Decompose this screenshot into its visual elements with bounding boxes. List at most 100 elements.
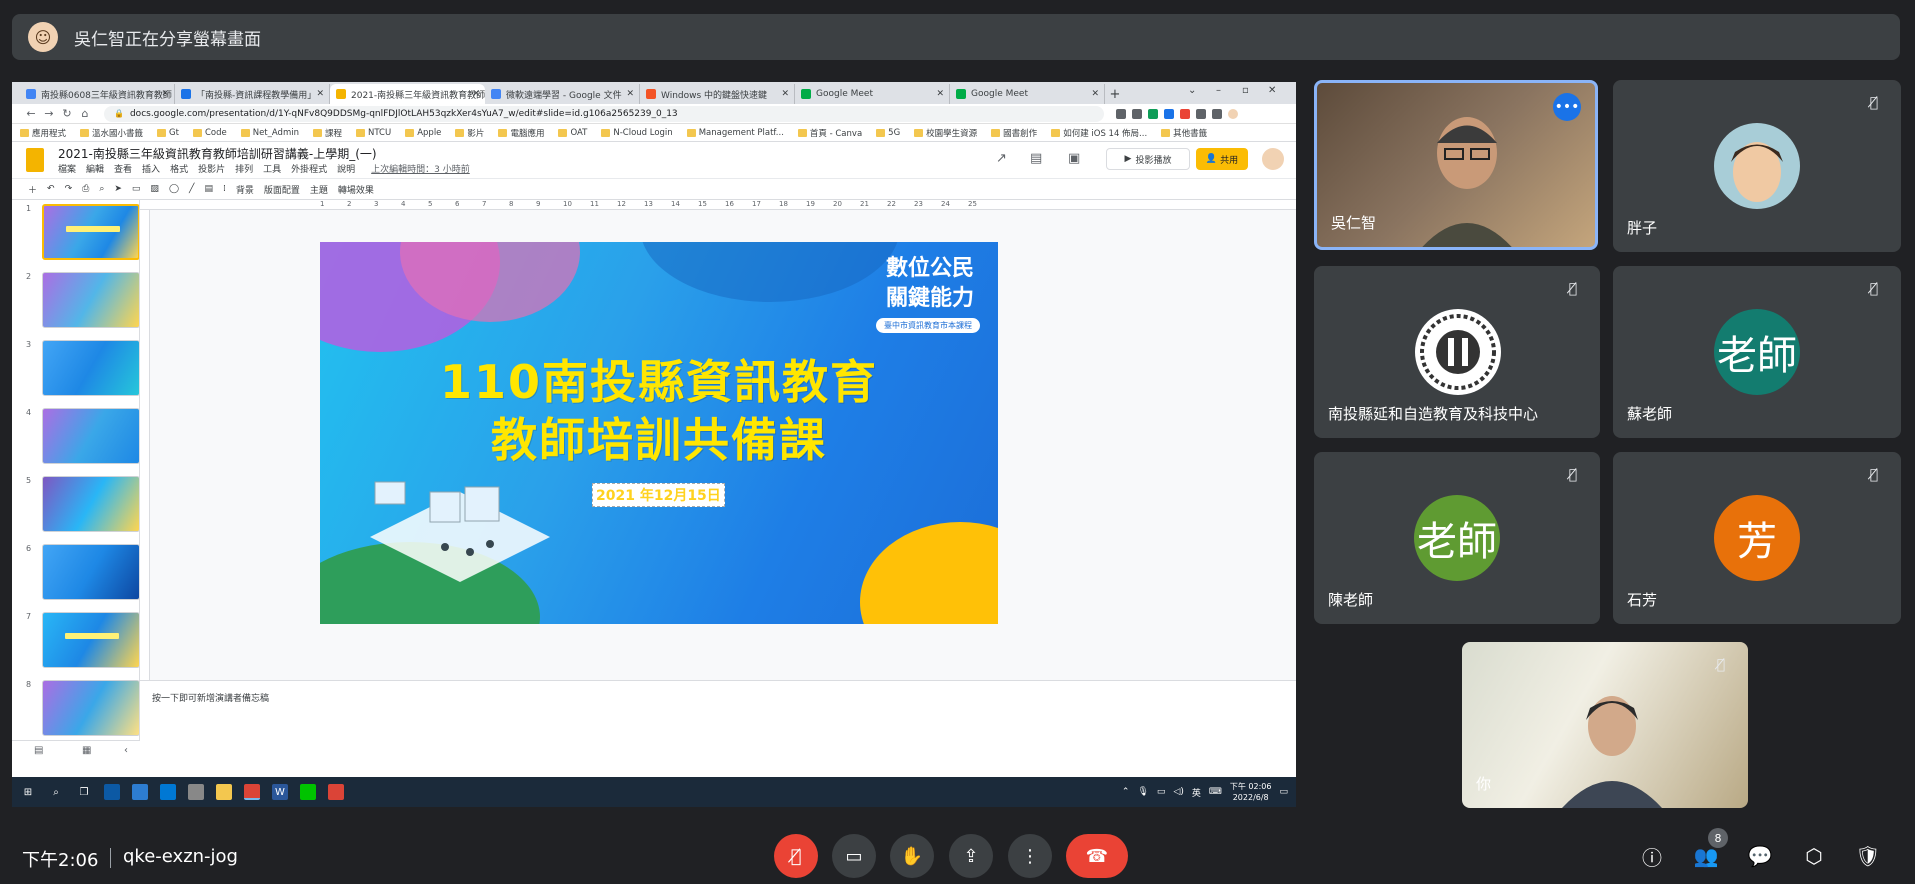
volume-icon[interactable]: ◁) bbox=[1173, 787, 1183, 797]
host-controls-icon[interactable]: 🛡 bbox=[1854, 842, 1882, 870]
tab-close-icon[interactable]: ✕ bbox=[1091, 89, 1099, 99]
browser-tab[interactable]: 「南投縣-資訊課程教學備用」 ✕ bbox=[175, 84, 330, 104]
menu-arrange[interactable]: 排列 bbox=[235, 162, 253, 175]
slides-logo-icon[interactable] bbox=[26, 148, 44, 172]
tab-close-icon[interactable]: ✕ bbox=[936, 89, 944, 99]
browser-tab[interactable]: Google Meet ✕ bbox=[950, 84, 1105, 104]
notification-icon[interactable]: ▭ bbox=[1279, 787, 1288, 797]
bookmark-item[interactable]: 如何建 iOS 14 佈局... bbox=[1051, 127, 1147, 139]
word-icon[interactable]: W bbox=[272, 784, 288, 800]
menu-tools[interactable]: 工具 bbox=[263, 162, 281, 175]
slide-thumbnail[interactable] bbox=[42, 476, 139, 532]
puzzle-icon[interactable] bbox=[1196, 108, 1206, 119]
last-edit-link[interactable]: 上次編輯時間：3 小時前 bbox=[371, 162, 470, 175]
network-icon[interactable]: ▭ bbox=[1157, 787, 1166, 797]
bookmark-item[interactable]: Code bbox=[192, 128, 227, 138]
bookmark-item[interactable]: 應用程式 bbox=[20, 127, 66, 139]
filmstrip-view-icon[interactable]: ▤ bbox=[34, 745, 43, 756]
tab-close-icon[interactable]: ✕ bbox=[316, 89, 324, 99]
edge-icon[interactable] bbox=[104, 784, 120, 800]
activities-icon[interactable]: ⬡ bbox=[1800, 842, 1828, 870]
bookmark-item[interactable]: 溫水國小書籤 bbox=[80, 127, 143, 139]
slide-thumbnail[interactable] bbox=[42, 272, 139, 328]
reload-icon[interactable]: ↻ bbox=[58, 107, 76, 120]
mail-icon[interactable] bbox=[160, 784, 176, 800]
taskbar-clock[interactable]: 下午 02:06 2022/6/8 bbox=[1230, 781, 1272, 803]
search-icon[interactable]: ⌕ bbox=[48, 784, 64, 800]
current-slide[interactable]: 數位公民 關鍵能力 臺中市資訊教育市本課程 110南投縣資訊教育 教師培訓共備課 … bbox=[320, 242, 998, 624]
line-app-icon[interactable] bbox=[300, 784, 316, 800]
slide-thumbnail[interactable] bbox=[42, 340, 139, 396]
present-now-button[interactable]: ⇪ bbox=[949, 834, 993, 878]
comment-icon[interactable]: ▤ bbox=[1030, 151, 1042, 166]
menu-format[interactable]: 格式 bbox=[170, 162, 188, 175]
store-icon[interactable] bbox=[132, 784, 148, 800]
participant-tile-presenter[interactable]: ••• 吳仁智 bbox=[1314, 80, 1598, 250]
extension-icon[interactable] bbox=[1164, 108, 1174, 119]
url-field[interactable]: 🔒 docs.google.com/presentation/d/1Y-qNFv8… bbox=[104, 105, 1104, 122]
more-options-button[interactable]: ⋮ bbox=[1008, 834, 1052, 878]
other-bookmarks[interactable]: 其他書籤 bbox=[1161, 127, 1207, 139]
comment-add-icon[interactable]: ▤ bbox=[204, 184, 213, 194]
slide-thumbnail[interactable] bbox=[42, 204, 139, 260]
bookmark-item[interactable]: Management Platf... bbox=[686, 128, 784, 138]
close-window-icon[interactable]: ✕ bbox=[1268, 85, 1276, 96]
select-icon[interactable]: ➤ bbox=[114, 184, 122, 194]
task-view-icon[interactable]: ❐ bbox=[76, 784, 92, 800]
participant-tile[interactable]: 🎙̸ 南投縣延和自造教育及科技中心 bbox=[1314, 266, 1600, 438]
browser-tab[interactable]: Google Meet ✕ bbox=[795, 84, 950, 104]
meeting-code[interactable]: qke-exzn-jog bbox=[123, 846, 238, 867]
bookmark-item[interactable]: 課程 bbox=[312, 127, 342, 139]
bookmark-item[interactable]: Net_Admin bbox=[240, 128, 299, 138]
account-avatar[interactable] bbox=[1262, 148, 1284, 170]
minimize-icon[interactable]: – bbox=[1216, 85, 1221, 96]
chat-icon[interactable]: 💬 bbox=[1746, 842, 1774, 870]
menu-addons[interactable]: 外掛程式 bbox=[291, 162, 327, 175]
slide-thumbnail[interactable] bbox=[42, 612, 139, 668]
bookmark-item[interactable]: 5G bbox=[876, 128, 900, 138]
keyboard-icon[interactable]: ⌨ bbox=[1209, 787, 1222, 797]
forward-icon[interactable]: → bbox=[40, 107, 58, 120]
participant-tile[interactable]: 🎙̸ 芳 石芳 bbox=[1613, 452, 1901, 624]
extension-icon[interactable] bbox=[1116, 108, 1126, 119]
bookmark-item[interactable]: 影片 bbox=[455, 127, 484, 139]
menu-edit[interactable]: 編輯 bbox=[86, 162, 104, 175]
back-icon[interactable]: ← bbox=[22, 107, 40, 120]
toolbar-background[interactable]: 背景 bbox=[236, 183, 254, 196]
home-icon[interactable]: ⌂ bbox=[76, 107, 94, 120]
document-title[interactable]: 2021-南投縣三年級資訊教育教師培訓研習講義-上學期_(一) bbox=[58, 145, 377, 162]
meet-icon[interactable]: ▣ bbox=[1068, 151, 1080, 166]
menu-slide[interactable]: 投影片 bbox=[198, 162, 225, 175]
bookmark-item[interactable]: 電腦應用 bbox=[498, 127, 544, 139]
bookmark-item[interactable]: N-Cloud Login bbox=[601, 128, 673, 138]
chrome-icon-2[interactable] bbox=[328, 784, 344, 800]
toolbar-theme[interactable]: 主題 bbox=[310, 183, 328, 196]
file-explorer-icon[interactable] bbox=[216, 784, 232, 800]
restore-icon[interactable]: ▫ bbox=[1242, 85, 1249, 96]
new-slide-icon[interactable]: ＋ bbox=[28, 183, 37, 196]
menu-help[interactable]: 說明 bbox=[337, 162, 355, 175]
leave-call-button[interactable]: ☎ bbox=[1066, 834, 1128, 878]
raise-hand-button[interactable]: ✋ bbox=[890, 834, 934, 878]
extension-icon[interactable] bbox=[1132, 108, 1142, 119]
bookmark-item[interactable]: 校園學生資源 bbox=[914, 127, 977, 139]
toolbar-layout[interactable]: 版面配置 bbox=[264, 183, 300, 196]
layout-grid-icon[interactable]: ⁞ bbox=[223, 184, 226, 194]
app-icon[interactable] bbox=[188, 784, 204, 800]
present-button[interactable]: ▶ 投影播放 bbox=[1106, 148, 1190, 170]
line-icon[interactable]: ╱ bbox=[189, 184, 194, 194]
tab-close-icon[interactable]: ✕ bbox=[472, 89, 480, 99]
bookmark-item[interactable]: OAT bbox=[558, 128, 587, 138]
slide-thumbnail[interactable] bbox=[42, 680, 139, 736]
browser-tab[interactable]: Windows 中的鍵盤快速鍵 ✕ bbox=[640, 84, 795, 104]
mic-tray-icon[interactable]: 🎙 bbox=[1137, 787, 1148, 797]
slide-thumbnail[interactable] bbox=[42, 408, 139, 464]
collapse-panel-icon[interactable]: ‹ bbox=[124, 745, 128, 756]
camera-toggle-button[interactable]: ▭ bbox=[832, 834, 876, 878]
share-button[interactable]: 👤 共用 bbox=[1196, 148, 1248, 170]
shape-icon[interactable]: ◯ bbox=[169, 184, 179, 194]
image-icon[interactable]: ▨ bbox=[150, 184, 159, 194]
participant-tile[interactable]: 🎙̸ 胖子 bbox=[1613, 80, 1901, 252]
bookmark-item[interactable]: NTCU bbox=[356, 128, 391, 138]
profile-icon[interactable] bbox=[1228, 108, 1238, 119]
